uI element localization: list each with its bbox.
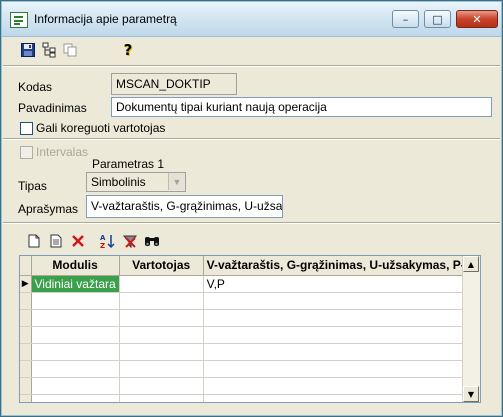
minimize-icon: –: [402, 12, 409, 26]
cell-modulis[interactable]: Vidiniai važtara: [31, 275, 120, 293]
grid-header-row: Modulis Vartotojas V-važtaraštis, G-grąž…: [20, 256, 477, 276]
grid-cell[interactable]: [119, 343, 204, 361]
app-icon: [10, 12, 28, 28]
editable-checkbox[interactable]: [20, 122, 33, 135]
table-row[interactable]: [20, 309, 477, 327]
row-indicator: [20, 343, 32, 361]
grid-cell[interactable]: [119, 394, 204, 402]
row-indicator: [20, 326, 32, 344]
table-row[interactable]: ▶ Vidiniai važtara V,P: [20, 275, 477, 293]
scroll-down-icon[interactable]: ▼: [463, 386, 479, 402]
row-indicator: [20, 377, 32, 395]
aprasymas-label: Aprašymas: [18, 202, 79, 216]
grid-cell[interactable]: [31, 343, 120, 361]
grid-cell[interactable]: [31, 394, 120, 402]
chevron-down-icon[interactable]: ▼: [168, 173, 185, 190]
maximize-button[interactable]: □: [424, 10, 451, 28]
grid-cell[interactable]: [31, 377, 120, 395]
dialog-window: Informacija apie parametrą – □ ✕ ? Kodas…: [0, 0, 503, 417]
pavadinimas-label: Pavadinimas: [18, 101, 87, 115]
sort-az-icon[interactable]: AZ: [99, 232, 117, 250]
tree-icon[interactable]: [41, 41, 59, 59]
grid-toolbar: AZ: [21, 230, 221, 252]
table-row[interactable]: [20, 343, 477, 361]
save-icon[interactable]: [19, 41, 37, 59]
intervalas-checkbox[interactable]: [20, 146, 33, 159]
separator: [3, 138, 500, 140]
grid-cell[interactable]: [203, 309, 477, 327]
table-row[interactable]: [20, 360, 477, 378]
delete-icon[interactable]: [69, 232, 87, 250]
row-indicator: [20, 292, 32, 310]
tipas-label: Tipas: [18, 179, 47, 193]
grid-cell[interactable]: [31, 292, 120, 310]
grid-cell[interactable]: [31, 309, 120, 327]
grid-cell[interactable]: [203, 326, 477, 344]
svg-text:Z: Z: [100, 242, 105, 249]
grid-cell[interactable]: [119, 326, 204, 344]
table-row[interactable]: [20, 377, 477, 395]
grid-cell[interactable]: [31, 326, 120, 344]
grid-cell[interactable]: [203, 343, 477, 361]
help-icon[interactable]: ?: [119, 41, 137, 59]
main-toolbar: ?: [5, 39, 498, 61]
parametras-label: Parametras 1: [92, 157, 165, 171]
row-indicator: [20, 309, 32, 327]
find-icon[interactable]: [143, 232, 161, 250]
copy-icon[interactable]: [61, 41, 79, 59]
minimize-button[interactable]: –: [392, 10, 419, 28]
row-indicator: [20, 394, 32, 402]
vertical-scrollbar[interactable]: ▲ ▼: [462, 256, 480, 402]
grid-cell[interactable]: [203, 292, 477, 310]
separator: [3, 222, 500, 224]
column-header-modulis[interactable]: Modulis: [31, 256, 120, 276]
separator: [3, 65, 500, 67]
table-row[interactable]: [20, 394, 477, 402]
grid-table: Modulis Vartotojas V-važtaraštis, G-grąž…: [20, 256, 477, 402]
pavadinimas-field[interactable]: Dokumentų tipai kuriant naują operacija: [111, 97, 492, 117]
cell-vartotojas[interactable]: [119, 275, 204, 293]
table-row[interactable]: [20, 292, 477, 310]
kodas-label: Kodas: [18, 80, 53, 94]
grid-cell[interactable]: [119, 360, 204, 378]
aprasymas-field[interactable]: V-važtaraštis, G-grąžinimas, U-užsa: [86, 195, 283, 218]
grid-body: ▶ Vidiniai važtara V,P: [20, 275, 477, 402]
row-indicator-icon: ▶: [20, 275, 32, 293]
window-title: Informacija apie parametrą: [34, 12, 177, 26]
clear-filter-icon[interactable]: [121, 232, 139, 250]
tipas-value: Simbolinis: [91, 175, 146, 189]
kodas-field: MSCAN_DOKTIP: [111, 73, 237, 95]
grid-cell[interactable]: [119, 292, 204, 310]
parameters-grid[interactable]: Modulis Vartotojas V-važtaraštis, G-grąž…: [19, 255, 481, 403]
grid-cell[interactable]: [119, 377, 204, 395]
column-header-value[interactable]: V-važtaraštis, G-grąžinimas, U-užsakymas…: [203, 256, 477, 276]
column-header-vartotojas[interactable]: Vartotojas: [119, 256, 204, 276]
intervalas-label: Intervalas: [36, 145, 89, 159]
grid-cell[interactable]: [203, 360, 477, 378]
grid-cell[interactable]: [203, 377, 477, 395]
edit-icon[interactable]: [47, 232, 65, 250]
title-bar[interactable]: Informacija apie parametrą – □ ✕: [2, 2, 501, 37]
grid-cell[interactable]: [203, 394, 477, 402]
tipas-select[interactable]: Simbolinis ▼: [86, 172, 186, 192]
close-icon: ✕: [472, 12, 482, 26]
scroll-up-icon[interactable]: ▲: [463, 256, 479, 272]
row-indicator-header: [20, 256, 32, 276]
new-icon[interactable]: [25, 232, 43, 250]
cell-value[interactable]: V,P: [203, 275, 477, 293]
close-button[interactable]: ✕: [456, 10, 498, 28]
grid-cell[interactable]: [31, 360, 120, 378]
table-row[interactable]: [20, 326, 477, 344]
row-indicator: [20, 360, 32, 378]
maximize-icon: □: [432, 12, 443, 26]
editable-label: Gali koreguoti vartotojas: [36, 121, 166, 135]
grid-cell[interactable]: [119, 309, 204, 327]
svg-text:A: A: [100, 234, 106, 242]
